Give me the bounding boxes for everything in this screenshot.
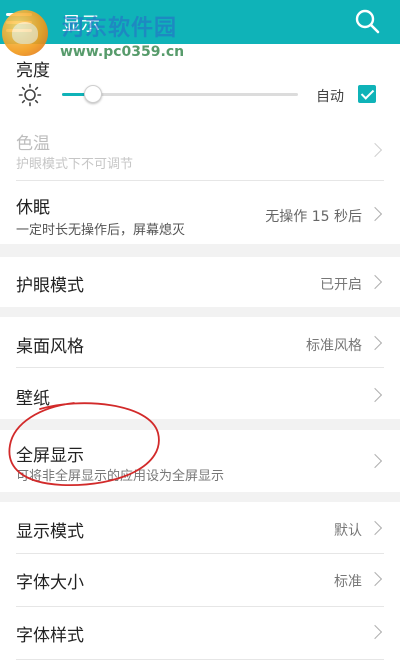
desktop-style-row[interactable]: 桌面风格 标准风格 (0, 317, 400, 367)
font-style-label: 字体样式 (16, 626, 84, 646)
brightness-slider-thumb[interactable] (83, 85, 102, 103)
auto-brightness-checkbox[interactable] (358, 85, 376, 103)
chevron-right-icon (367, 206, 383, 222)
sleep-label: 休眠 (16, 198, 50, 218)
divider (16, 659, 384, 660)
chevron-right-icon (367, 453, 383, 469)
color-temp-label: 色温 (16, 134, 50, 154)
auto-brightness-label: 自动 (316, 89, 344, 105)
desktop-style-label: 桌面风格 (16, 337, 84, 357)
fullscreen-label: 全屏显示 (16, 446, 84, 466)
font-style-row[interactable]: 字体样式 (0, 607, 400, 658)
chevron-right-icon (367, 571, 383, 587)
fullscreen-row[interactable]: 全屏显示 可将非全屏显示的应用设为全屏显示 (0, 430, 400, 492)
sleep-value: 无操作 15 秒后 (265, 209, 362, 225)
chevron-right-icon (367, 142, 383, 158)
desktop-style-value: 标准风格 (306, 338, 362, 354)
font-size-label: 字体大小 (16, 573, 84, 593)
color-temp-row[interactable]: 色温 护眼模式下不可调节 (0, 124, 400, 180)
display-mode-value: 默认 (334, 523, 362, 539)
search-icon[interactable] (354, 8, 380, 34)
color-temp-subtitle: 护眼模式下不可调节 (16, 157, 134, 172)
sleep-row[interactable]: 休眠 一定时长无操作后，屏幕熄灭 无操作 15 秒后 (0, 181, 400, 244)
eye-care-value: 已开启 (320, 277, 362, 293)
display-basic-card: 亮度 自动 色温 护眼模式下不可调节 休眠 一定时长无操作后，屏幕熄灭 无操作 … (0, 44, 400, 244)
wallpaper-label: 壁纸 (16, 389, 50, 409)
chevron-right-icon (367, 520, 383, 536)
chevron-right-icon (367, 387, 383, 403)
page-title: 显示 (62, 13, 101, 35)
eye-care-row[interactable]: 护眼模式 已开启 (0, 257, 400, 307)
font-size-value: 标准 (334, 574, 362, 590)
display-mode-label: 显示模式 (16, 522, 84, 542)
chevron-right-icon (367, 274, 383, 290)
appearance-card: 桌面风格 标准风格 壁纸 (0, 317, 400, 419)
font-size-row[interactable]: 字体大小 标准 (0, 554, 400, 605)
brightness-label: 亮度 (16, 61, 50, 81)
sleep-subtitle: 一定时长无操作后，屏幕熄灭 (16, 223, 186, 238)
app-header: 显示 (0, 0, 400, 44)
display-mode-row[interactable]: 显示模式 默认 (0, 502, 400, 552)
chevron-right-icon (367, 335, 383, 351)
fullscreen-subtitle: 可将非全屏显示的应用设为全屏显示 (16, 469, 225, 484)
menu-icon[interactable] (6, 8, 32, 34)
sun-icon (18, 83, 42, 107)
text-display-card: 显示模式 默认 字体大小 标准 字体样式 (0, 502, 400, 672)
chevron-right-icon (367, 624, 383, 640)
brightness-row: 亮度 自动 (0, 44, 400, 134)
wallpaper-row[interactable]: 壁纸 (0, 368, 400, 419)
eye-care-label: 护眼模式 (16, 276, 84, 296)
